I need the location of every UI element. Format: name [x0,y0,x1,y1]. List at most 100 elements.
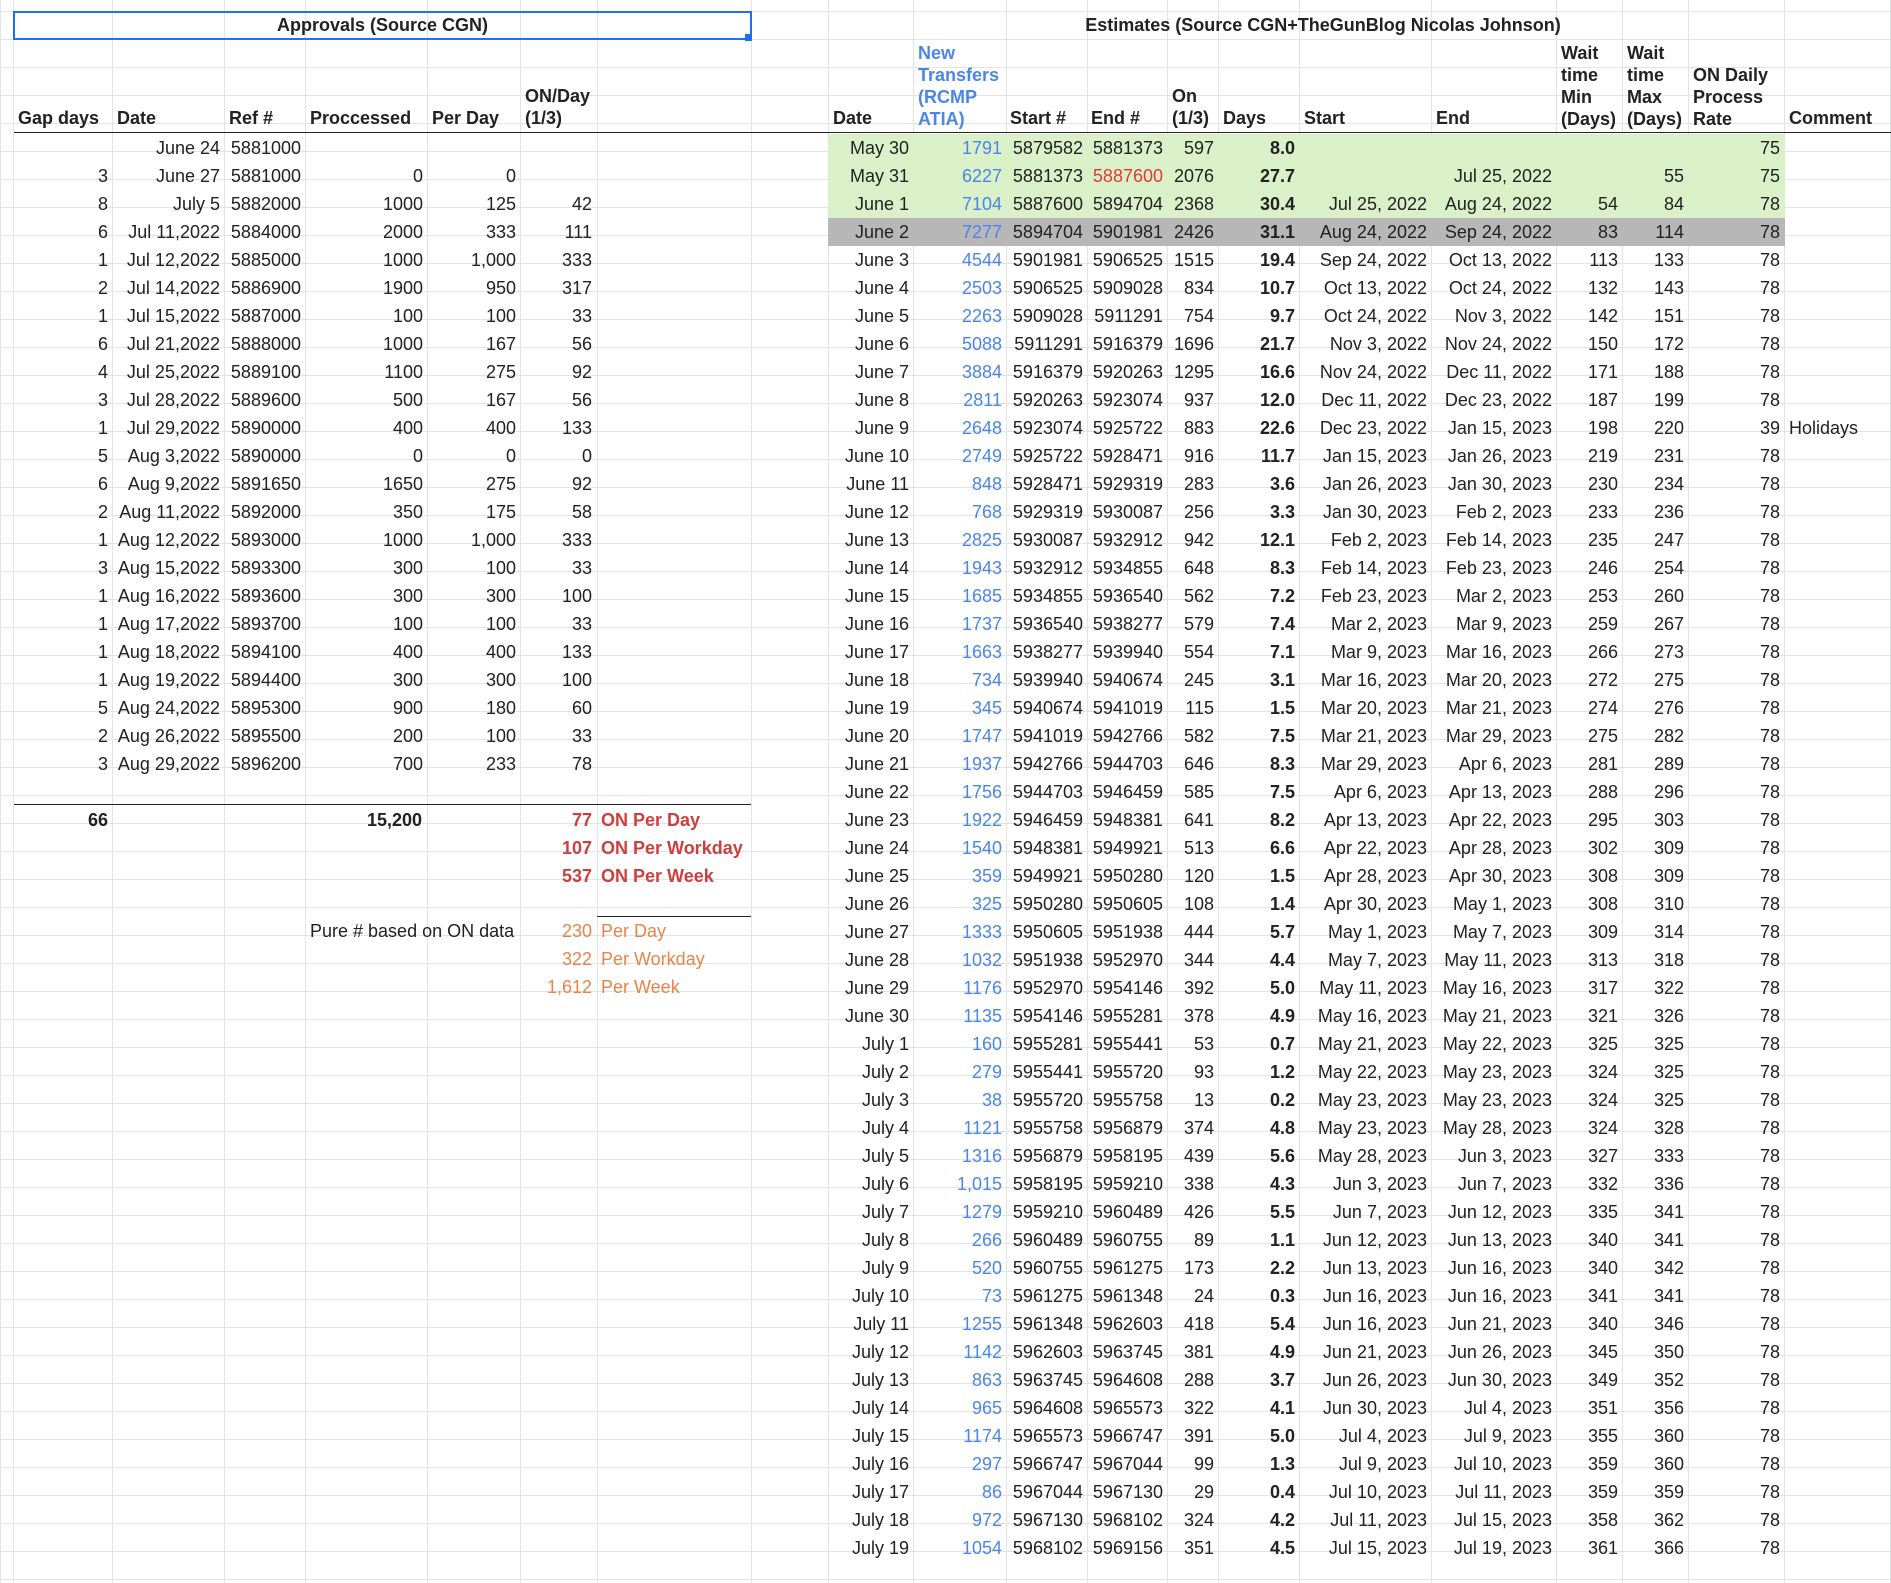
wait-min-cell[interactable]: 266 [1557,638,1622,666]
est-date-cell[interactable]: June 13 [829,526,913,554]
comment-cell[interactable] [1785,890,1885,918]
new-transfers-cell[interactable]: 1,015 [914,1170,1006,1198]
on-day-cell[interactable]: 33 [521,610,596,638]
end-number-cell[interactable]: 5941019 [1087,694,1167,722]
wait-max-cell[interactable]: 314 [1623,918,1688,946]
on-rate-cell[interactable]: 78 [1689,862,1784,890]
est-date-cell[interactable]: July 17 [829,1478,913,1506]
est-date-cell[interactable]: July 14 [829,1394,913,1422]
wait-max-cell[interactable]: 322 [1623,974,1688,1002]
wait-min-cell[interactable]: 187 [1557,386,1622,414]
start-date-cell[interactable]: Aug 24, 2022 [1300,218,1431,246]
date-cell[interactable]: Aug 3,2022 [113,442,224,470]
days-cell[interactable]: 4.9 [1219,1002,1299,1030]
est-date-cell[interactable]: June 26 [829,890,913,918]
end-date-cell[interactable]: May 23, 2023 [1432,1086,1556,1114]
days-cell[interactable]: 1.2 [1219,1058,1299,1086]
end-date-cell[interactable]: May 28, 2023 [1432,1114,1556,1142]
days-cell[interactable]: 7.5 [1219,778,1299,806]
start-number-cell[interactable]: 5920263 [1006,386,1087,414]
days-cell[interactable]: 8.2 [1219,806,1299,834]
wait-min-cell[interactable]: 274 [1557,694,1622,722]
on-cell[interactable]: 381 [1168,1338,1218,1366]
comment-cell[interactable] [1785,582,1885,610]
start-number-cell[interactable]: 5928471 [1006,470,1087,498]
days-cell[interactable]: 7.4 [1219,610,1299,638]
ref-number-cell[interactable]: 5881000 [225,134,305,162]
end-date-cell[interactable]: Oct 24, 2022 [1432,274,1556,302]
comment-cell[interactable] [1785,1030,1885,1058]
start-date-cell[interactable]: Jul 4, 2023 [1300,1422,1431,1450]
start-number-cell[interactable]: 5954146 [1006,1002,1087,1030]
est-date-cell[interactable]: July 10 [829,1282,913,1310]
on-cell[interactable]: 322 [1168,1394,1218,1422]
wait-min-cell[interactable]: 302 [1557,834,1622,862]
per-day-cell[interactable]: 300 [428,582,520,610]
start-date-cell[interactable]: Nov 3, 2022 [1300,330,1431,358]
start-date-cell[interactable]: Jun 12, 2023 [1300,1226,1431,1254]
date-cell[interactable]: Aug 19,2022 [113,666,224,694]
days-cell[interactable]: 19.4 [1219,246,1299,274]
est-date-cell[interactable]: June 4 [829,274,913,302]
comment-cell[interactable] [1785,1058,1885,1086]
wait-max-cell[interactable]: 309 [1623,834,1688,862]
on-rate-cell[interactable]: 78 [1689,974,1784,1002]
est-date-cell[interactable]: July 4 [829,1114,913,1142]
new-transfers-cell[interactable]: 345 [914,694,1006,722]
new-transfers-cell[interactable]: 7104 [914,190,1006,218]
start-number-cell[interactable]: 5894704 [1006,218,1087,246]
start-number-cell[interactable]: 5944703 [1006,778,1087,806]
ref-number-cell[interactable]: 5887000 [225,302,305,330]
processed-cell[interactable]: 300 [306,666,427,694]
start-number-cell[interactable]: 5955758 [1006,1114,1087,1142]
end-date-cell[interactable]: Jun 12, 2023 [1432,1198,1556,1226]
ref-number-cell[interactable]: 5888000 [225,330,305,358]
end-number-cell[interactable]: 5925722 [1087,414,1167,442]
est-date-cell[interactable]: June 16 [829,610,913,638]
est-date-cell[interactable]: June 20 [829,722,913,750]
processed-cell[interactable]: 0 [306,162,427,190]
on-per-day-value[interactable]: 77 [521,806,596,834]
end-number-cell[interactable]: 5940674 [1087,666,1167,694]
header-new-transfers[interactable]: New Transfers (RCMP ATIA) [914,42,1009,130]
on-cell[interactable]: 288 [1168,1366,1218,1394]
end-number-cell[interactable]: 5942766 [1087,722,1167,750]
on-cell[interactable]: 1696 [1168,330,1218,358]
end-date-cell[interactable]: Jan 30, 2023 [1432,470,1556,498]
gap-days-cell[interactable]: 3 [14,386,112,414]
per-day-cell[interactable]: 175 [428,498,520,526]
gap-days-cell[interactable]: 1 [14,610,112,638]
date-cell[interactable]: Aug 11,2022 [113,498,224,526]
days-cell[interactable]: 5.5 [1219,1198,1299,1226]
start-number-cell[interactable]: 5956879 [1006,1142,1087,1170]
wait-max-cell[interactable]: 275 [1623,666,1688,694]
end-date-cell[interactable]: Apr 30, 2023 [1432,862,1556,890]
new-transfers-cell[interactable]: 1142 [914,1338,1006,1366]
start-date-cell[interactable]: Jun 26, 2023 [1300,1366,1431,1394]
new-transfers-cell[interactable]: 1937 [914,750,1006,778]
days-cell[interactable]: 3.7 [1219,1366,1299,1394]
start-date-cell[interactable] [1300,162,1431,190]
end-date-cell[interactable]: Jan 26, 2023 [1432,442,1556,470]
comment-cell[interactable] [1785,1086,1885,1114]
new-transfers-cell[interactable]: 1663 [914,638,1006,666]
comment-cell[interactable]: Holidays [1785,414,1885,442]
wait-min-cell[interactable]: 246 [1557,554,1622,582]
gap-days-cell[interactable]: 2 [14,274,112,302]
header-processed[interactable]: Proccessed [306,107,426,129]
on-cell[interactable]: 646 [1168,750,1218,778]
wait-max-cell[interactable]: 260 [1623,582,1688,610]
end-date-cell[interactable]: Mar 29, 2023 [1432,722,1556,750]
wait-max-cell[interactable]: 247 [1623,526,1688,554]
comment-cell[interactable] [1785,274,1885,302]
comment-cell[interactable] [1785,498,1885,526]
est-date-cell[interactable]: June 11 [829,470,913,498]
end-number-cell[interactable]: 5934855 [1087,554,1167,582]
on-cell[interactable]: 1295 [1168,358,1218,386]
wait-max-cell[interactable]: 267 [1623,610,1688,638]
days-cell[interactable]: 5.0 [1219,1422,1299,1450]
wait-min-cell[interactable]: 332 [1557,1170,1622,1198]
start-number-cell[interactable]: 5906525 [1006,274,1087,302]
start-date-cell[interactable]: Jan 26, 2023 [1300,470,1431,498]
ref-number-cell[interactable]: 5884000 [225,218,305,246]
